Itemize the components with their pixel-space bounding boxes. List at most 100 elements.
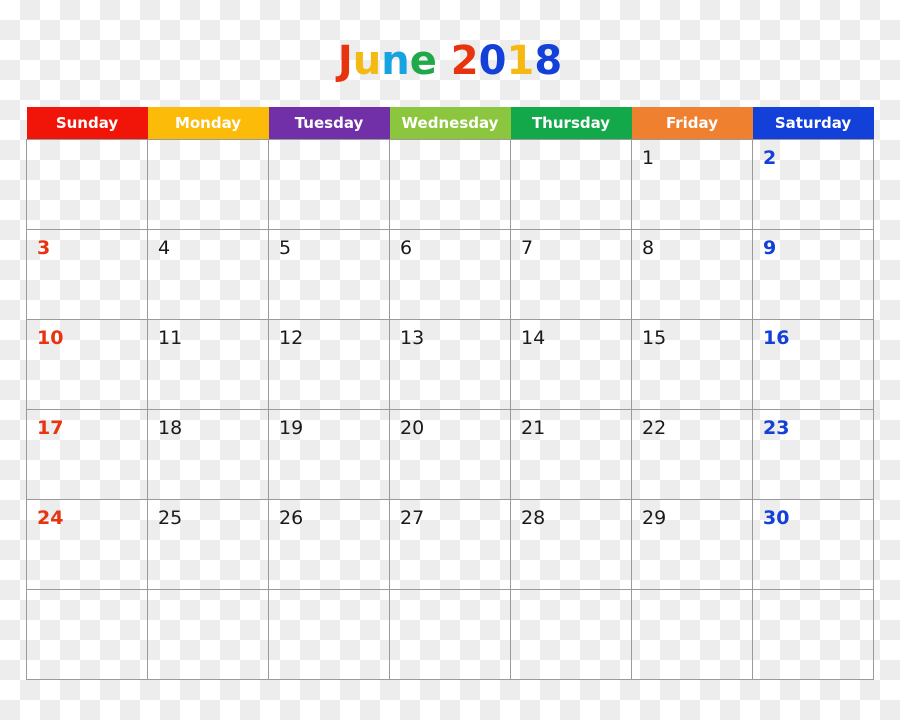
- calendar-day-cell[interactable]: 24: [26, 499, 148, 590]
- day-number: 11: [158, 327, 183, 349]
- calendar-day-cell[interactable]: 4: [147, 229, 269, 320]
- page-title-letter: J: [337, 38, 353, 84]
- day-number: 16: [763, 327, 790, 349]
- calendar-day-cell[interactable]: 30: [752, 499, 874, 590]
- day-number: 18: [158, 417, 183, 439]
- day-number: 19: [279, 417, 304, 439]
- day-number: [148, 590, 268, 597]
- calendar-empty-cell[interactable]: [631, 589, 753, 680]
- calendar-empty-cell[interactable]: [510, 139, 632, 230]
- calendar-day-cell[interactable]: 13: [389, 319, 511, 410]
- calendar-day-cell[interactable]: 17: [26, 409, 148, 500]
- day-number: 14: [521, 327, 546, 349]
- weekday-header-thursday: Thursday: [510, 107, 632, 140]
- calendar-empty-cell[interactable]: [389, 589, 511, 680]
- calendar-empty-cell[interactable]: [26, 139, 148, 230]
- calendar-day-cell[interactable]: 1: [631, 139, 753, 230]
- day-number: 23: [763, 417, 790, 439]
- day-number: [511, 140, 631, 147]
- calendar-day-cell[interactable]: 6: [389, 229, 511, 320]
- calendar-empty-cell[interactable]: [268, 139, 390, 230]
- calendar-week-row: 3 4 5 6 7 8 9: [26, 229, 874, 320]
- calendar-day-cell[interactable]: 25: [147, 499, 269, 590]
- day-number: 20: [400, 417, 425, 439]
- calendar-day-cell[interactable]: 5: [268, 229, 390, 320]
- calendar-day-cell[interactable]: 20: [389, 409, 511, 500]
- calendar-empty-cell[interactable]: [752, 589, 874, 680]
- calendar-page: June 2018 Sunday Monday Tuesday Wednesday Th…: [0, 0, 900, 720]
- calendar-day-cell[interactable]: 11: [147, 319, 269, 410]
- calendar-day-cell[interactable]: 29: [631, 499, 753, 590]
- day-number: 3: [37, 237, 51, 259]
- calendar-day-cell[interactable]: 7: [510, 229, 632, 320]
- calendar-day-cell[interactable]: 22: [631, 409, 753, 500]
- day-number: [390, 590, 510, 597]
- day-number: 24: [37, 507, 64, 529]
- page-title-letter: u: [352, 38, 382, 84]
- page-title-letter: [437, 38, 451, 84]
- calendar-day-cell[interactable]: 12: [268, 319, 390, 410]
- day-number: 17: [37, 417, 64, 439]
- weekday-header-friday: Friday: [631, 107, 753, 140]
- day-number: 26: [279, 507, 304, 529]
- calendar-day-cell[interactable]: 27: [389, 499, 511, 590]
- day-number: 15: [642, 327, 667, 349]
- day-number: [511, 590, 631, 597]
- page-title-letter: 1: [506, 38, 535, 84]
- calendar-day-cell[interactable]: 23: [752, 409, 874, 500]
- calendar-empty-cell[interactable]: [268, 589, 390, 680]
- day-number: 2: [763, 147, 777, 169]
- day-number: 10: [37, 327, 64, 349]
- page-title-letter: 8: [534, 38, 563, 84]
- weekday-header-monday: Monday: [147, 107, 269, 140]
- day-number: 6: [400, 237, 413, 259]
- day-number: 1: [642, 147, 655, 169]
- day-number: 13: [400, 327, 425, 349]
- calendar-day-cell[interactable]: 21: [510, 409, 632, 500]
- weekday-header-tuesday: Tuesday: [268, 107, 390, 140]
- day-number: [27, 140, 147, 147]
- calendar-day-cell[interactable]: 28: [510, 499, 632, 590]
- page-title-letter: e: [409, 38, 437, 84]
- calendar-empty-cell[interactable]: [147, 589, 269, 680]
- calendar-empty-cell[interactable]: [389, 139, 511, 230]
- weekday-header-sunday: Sunday: [26, 107, 148, 140]
- day-number: 29: [642, 507, 667, 529]
- page-title-letter: 0: [478, 38, 507, 84]
- calendar-week-row: 10 11 12 13 14 15 16: [26, 319, 874, 410]
- day-number: [390, 140, 510, 147]
- calendar-day-cell[interactable]: 14: [510, 319, 632, 410]
- day-number: 5: [279, 237, 292, 259]
- day-number: 8: [642, 237, 655, 259]
- day-number: [269, 590, 389, 597]
- calendar-week-row: 12: [26, 139, 874, 230]
- calendar-grid: Sunday Monday Tuesday Wednesday Thursday Frid…: [26, 107, 874, 680]
- calendar-day-cell[interactable]: 2: [752, 139, 874, 230]
- day-number: 12: [279, 327, 304, 349]
- weekday-header-saturday: Saturday: [752, 107, 874, 140]
- calendar-day-cell[interactable]: 9: [752, 229, 874, 320]
- day-number: [269, 140, 389, 147]
- calendar-empty-cell[interactable]: [510, 589, 632, 680]
- calendar-day-cell[interactable]: 3: [26, 229, 148, 320]
- calendar-day-cell[interactable]: 16: [752, 319, 874, 410]
- calendar-empty-cell[interactable]: [147, 139, 269, 230]
- calendar-empty-cell[interactable]: [26, 589, 148, 680]
- calendar-day-cell[interactable]: 19: [268, 409, 390, 500]
- day-number: [148, 140, 268, 147]
- calendar-day-cell[interactable]: 8: [631, 229, 753, 320]
- day-number: 9: [763, 237, 777, 259]
- day-number: 27: [400, 507, 425, 529]
- day-number: 30: [763, 507, 790, 529]
- calendar-day-cell[interactable]: 10: [26, 319, 148, 410]
- day-number: 25: [158, 507, 183, 529]
- calendar-day-cell[interactable]: 18: [147, 409, 269, 500]
- weekday-header-wednesday: Wednesday: [389, 107, 511, 140]
- calendar-day-cell[interactable]: 15: [631, 319, 753, 410]
- calendar-day-cell[interactable]: 26: [268, 499, 390, 590]
- day-number: 22: [642, 417, 667, 439]
- day-number: 7: [521, 237, 534, 259]
- calendar-body: 1 2 3 4 5 6 7 8 9 10 11 12 13 14 15 16 17 18 19 20 21 22 23 24 2…: [26, 139, 874, 680]
- day-number: 28: [521, 507, 546, 529]
- day-number: [27, 590, 147, 597]
